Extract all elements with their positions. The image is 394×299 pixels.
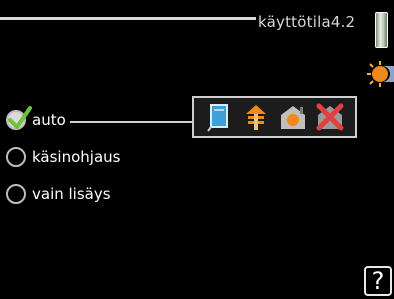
- page-title: käyttötila4.2: [258, 13, 356, 31]
- mode-slot: [278, 102, 308, 132]
- option-auto[interactable]: auto: [6, 106, 66, 132]
- cooling-blocked-icon: [316, 103, 344, 131]
- header-divider: [0, 17, 256, 20]
- radio-button[interactable]: [6, 147, 26, 167]
- mode-slot: [204, 102, 234, 132]
- mode-slot: [315, 102, 345, 132]
- checkmark-icon: [8, 106, 32, 129]
- help-button[interactable]: ?: [364, 266, 392, 296]
- radio-button[interactable]: [6, 184, 26, 204]
- option-label: käsinohjaus: [32, 148, 121, 166]
- option-add-heat-only[interactable]: vain lisäys: [6, 182, 111, 206]
- scroll-indicator: [375, 12, 388, 48]
- heating-icon: [281, 106, 306, 129]
- compressor-icon: [206, 104, 228, 132]
- weather-icon: [367, 61, 394, 87]
- mode-slot: [241, 102, 271, 132]
- option-connector-line: [70, 121, 194, 123]
- option-label: vain lisäys: [32, 185, 111, 203]
- radio-button[interactable]: [6, 106, 32, 130]
- option-label: auto: [32, 111, 66, 129]
- screen: käyttötila4.2 auto käsinohjaus vain lisä…: [0, 0, 394, 299]
- option-manual[interactable]: käsinohjaus: [6, 145, 120, 169]
- additional-heat-icon: [245, 105, 266, 130]
- mode-icon-panel: [192, 96, 357, 138]
